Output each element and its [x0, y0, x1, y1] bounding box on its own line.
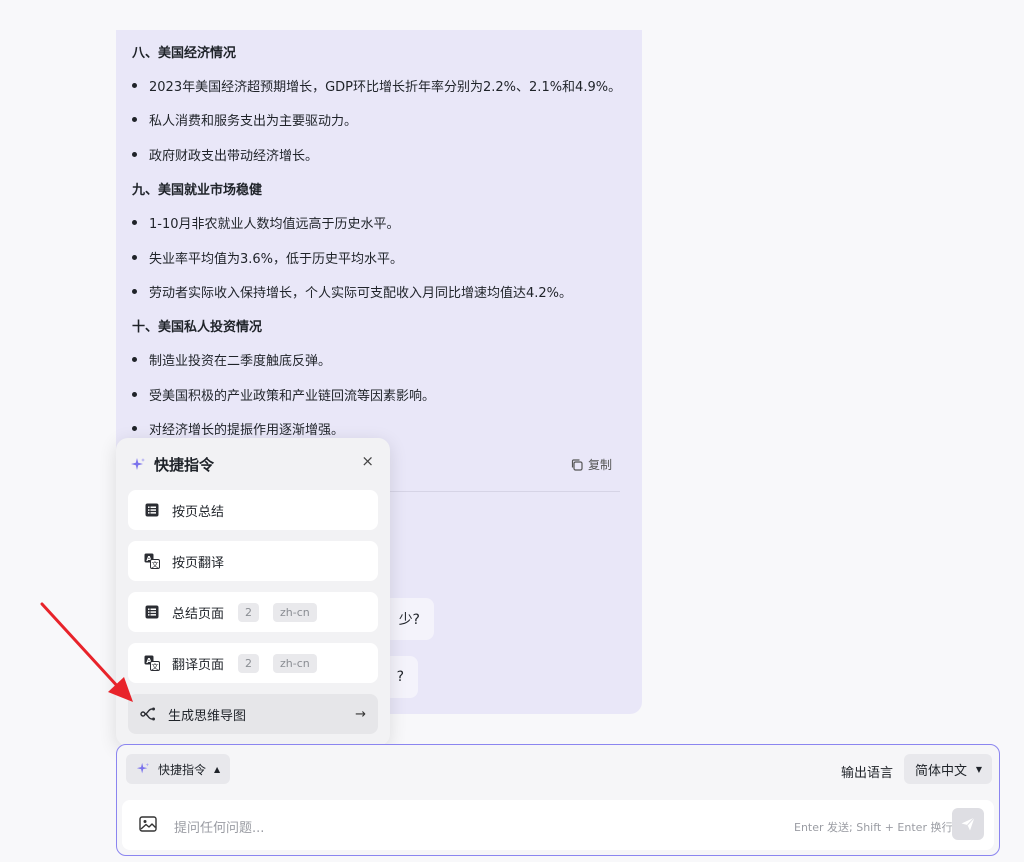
bullet-dot [132, 255, 137, 260]
mindmap-icon [140, 706, 156, 722]
popup-header: 快捷指令 [130, 454, 214, 475]
bullet-dot [132, 152, 137, 157]
question-input[interactable]: 提问任何问题... Enter 发送; Shift + Enter 换行 [122, 800, 994, 850]
quick-command-label: 快捷指令 [158, 762, 207, 777]
copy-button[interactable]: 复制 [570, 456, 612, 473]
section-title: 九、美国就业市场稳健 [132, 183, 263, 198]
bullet-dot [132, 392, 137, 397]
sparkle-icon [131, 457, 145, 470]
list-icon [144, 604, 160, 620]
command-label: 总结页面 [172, 606, 225, 622]
image-upload-icon[interactable] [139, 816, 157, 832]
caret-up-icon: ▲ [214, 764, 221, 774]
language-value: 简体中文 [915, 763, 968, 779]
sparkle-icon [136, 762, 150, 774]
bullet-dot [132, 83, 137, 88]
language-select[interactable]: 简体中文 ▼ [904, 754, 992, 784]
page-count-tag: 2 [238, 602, 260, 622]
list-item: 劳动者实际收入保持增长，个人实际可支配收入月同比增速均值达4.2%。 [132, 282, 572, 301]
list-item: 失业率平均值为3.6%，低于历史平均水平。 [132, 248, 403, 267]
keyboard-hint: Enter 发送; Shift + Enter 换行 [794, 821, 953, 834]
section-title: 十、美国私人投资情况 [132, 320, 263, 335]
quick-command-popup: 快捷指令 × 按页总结 A文 按页翻译 总结页面 2 zh-cn A文 翻译页面… [116, 438, 390, 746]
bullet-dot [132, 357, 137, 362]
arrow-right-icon: → [355, 706, 366, 722]
command-label: 按页翻译 [172, 555, 225, 571]
copy-label: 复制 [588, 458, 613, 472]
bullet-dot [132, 289, 137, 294]
language-tag: zh-cn [273, 653, 317, 673]
command-translate-page[interactable]: A文 翻译页面 2 zh-cn [128, 643, 378, 683]
command-label: 生成思维导图 [168, 708, 247, 724]
page-count-tag: 2 [238, 653, 260, 673]
caret-down-icon: ▼ [975, 764, 982, 774]
language-tag: zh-cn [273, 602, 317, 622]
command-translate-by-page[interactable]: A文 按页翻译 [128, 541, 378, 581]
output-language-label: 输出语言 [841, 766, 894, 781]
translate-icon: A文 [144, 553, 160, 569]
send-icon [961, 817, 975, 831]
list-item: 受美国积极的产业政策和产业链回流等因素影响。 [132, 385, 435, 404]
svg-text:文: 文 [152, 662, 159, 671]
bullet-dot [132, 117, 137, 122]
list-item: 制造业投资在二季度触底反弹。 [132, 350, 331, 369]
list-item: 政府财政支出带动经济增长。 [132, 145, 318, 164]
copy-icon [571, 458, 583, 471]
bullet-dot [132, 220, 137, 225]
chat-input-box: 快捷指令 ▲ 输出语言 简体中文 ▼ 提问任何问题... Enter 发送; S… [116, 744, 1000, 856]
svg-text:文: 文 [152, 560, 159, 569]
divider [386, 491, 620, 492]
list-item: 对经济增长的提振作用逐渐增强。 [132, 419, 344, 438]
input-placeholder: 提问任何问题... [174, 821, 265, 836]
list-item: 私人消费和服务支出为主要驱动力。 [132, 110, 357, 129]
list-item: 2023年美国经济超预期增长，GDP环比增长折年率分别为2.2%、2.1%和4.… [132, 76, 621, 95]
section-title: 八、美国经济情况 [132, 46, 237, 61]
send-button[interactable] [952, 808, 984, 840]
quick-command-button[interactable]: 快捷指令 ▲ [126, 754, 231, 784]
command-label: 翻译页面 [172, 657, 225, 673]
command-label: 按页总结 [172, 504, 225, 520]
command-summarize-page[interactable]: 总结页面 2 zh-cn [128, 592, 378, 632]
command-generate-mindmap[interactable]: 生成思维导图 → [128, 694, 378, 734]
list-icon [144, 502, 160, 518]
close-icon[interactable]: × [361, 452, 374, 470]
popup-title: 快捷指令 [154, 456, 215, 474]
translate-icon: A文 [144, 655, 160, 671]
bullet-dot [132, 426, 137, 431]
command-summarize-by-page[interactable]: 按页总结 [128, 490, 378, 530]
list-item: 1-10月非农就业人数均值远高于历史水平。 [132, 213, 400, 232]
